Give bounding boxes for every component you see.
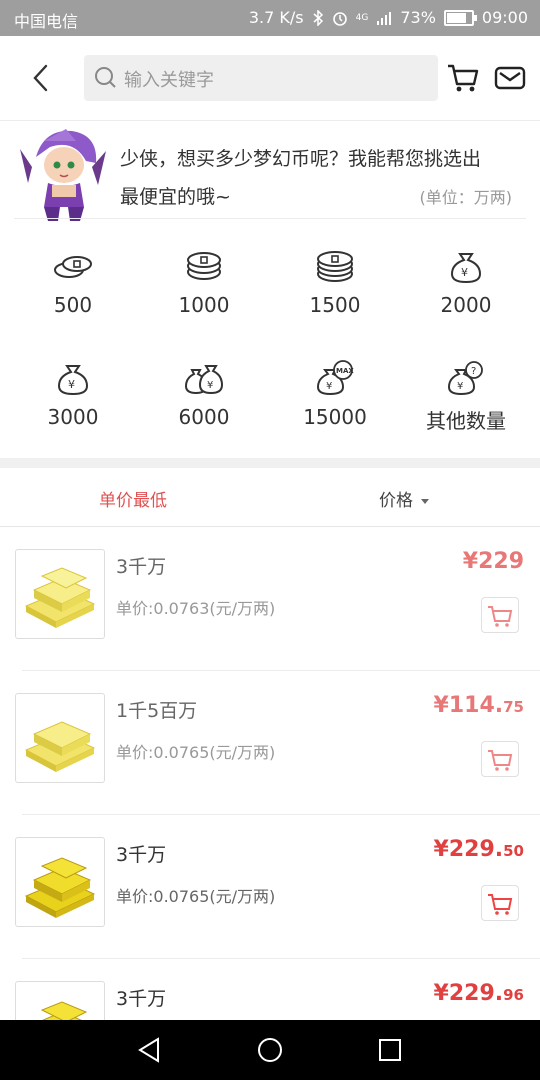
svg-text:¥: ¥: [207, 380, 213, 391]
search-bar[interactable]: 输入关键字: [84, 55, 438, 101]
quantity-option-1000[interactable]: 1000: [139, 238, 269, 338]
nav-back-icon[interactable]: [136, 1036, 164, 1064]
svg-text:¥: ¥: [326, 381, 332, 392]
network-speed: 3.7 K/s: [248, 8, 304, 27]
listing-price: ¥229.50: [434, 837, 524, 862]
svg-text:?: ?: [471, 366, 476, 377]
quantity-label: 1500: [309, 293, 361, 317]
listing-title: 3千万: [116, 844, 167, 866]
coin-stack-icon: [187, 252, 221, 280]
coin-stack-small-icon: [54, 256, 92, 278]
nav-recents-icon[interactable]: [376, 1036, 404, 1064]
quantity-option-3000[interactable]: ¥ 3000: [8, 350, 138, 450]
quantity-label: 其他数量: [426, 409, 506, 433]
quantity-label: 6000: [178, 405, 230, 429]
search-icon: [95, 67, 116, 88]
chevron-down-icon: [421, 498, 429, 504]
status-bar: 中国电信 3.7 K/s 4G 73% 09:00: [0, 0, 540, 36]
sort-bar: 单价最低 价格: [0, 468, 540, 527]
quantity-option-2000[interactable]: ¥ 2000: [401, 238, 531, 338]
listing-unit-price: 单价:0.0765(元/万两): [116, 743, 276, 762]
sort-price-label: 价格: [379, 491, 413, 511]
bluetooth-icon: [313, 9, 323, 26]
quantity-option-6000[interactable]: ¥ 6000: [139, 350, 269, 450]
coin-stack-large-icon: [317, 251, 353, 282]
money-bag-max-icon: ¥ MAX: [316, 360, 354, 396]
system-navigation-bar: [0, 1020, 540, 1080]
price-decimal: 50: [503, 842, 524, 860]
intro-section: 少侠，想买多少梦幻币呢？我能帮您挑选出 最便宜的哦~ (单位：万两): [0, 121, 540, 221]
add-to-cart-button[interactable]: [481, 597, 519, 633]
price-integer: ¥229.: [433, 981, 504, 1006]
listing-item[interactable]: 3千万 单价:0.0763(元/万两) ¥229: [0, 527, 540, 671]
alarm-icon: [332, 11, 347, 26]
quantity-label: 2000: [440, 293, 492, 317]
quantity-label: 500: [53, 293, 93, 317]
price-decimal: 75: [503, 698, 524, 716]
quantity-option-other[interactable]: ¥ ? 其他数量: [401, 350, 531, 450]
sort-cheapest-tab[interactable]: 单价最低: [99, 486, 167, 511]
listing-price: ¥229: [463, 549, 524, 574]
money-bags-icon: ¥: [184, 365, 224, 395]
sort-price-tab[interactable]: 价格: [379, 486, 429, 511]
add-to-cart-button[interactable]: [481, 885, 519, 921]
battery-icon: [443, 9, 477, 26]
status-right: 3.7 K/s 4G 73% 09:00: [249, 8, 528, 27]
quantity-option-15000[interactable]: ¥ MAX 15000: [270, 350, 400, 450]
svg-text:¥: ¥: [461, 266, 468, 279]
back-arrow-icon[interactable]: [26, 58, 56, 98]
divider: [14, 218, 526, 219]
svg-text:¥: ¥: [457, 381, 463, 392]
listing-item[interactable]: 1千5百万 单价:0.0765(元/万两) ¥114.75: [0, 671, 540, 815]
listing-item[interactable]: 3千万 ¥229.96: [0, 959, 540, 1020]
unit-label: (单位：万两): [419, 188, 513, 207]
listing-unit-price: 单价:0.0765(元/万两): [116, 887, 276, 906]
mail-icon[interactable]: [494, 60, 526, 94]
quantity-label: 15000: [303, 405, 367, 429]
quantity-grid: 500 1000 1500 ¥ 2000 ¥ 3000 ¥ 6000 ¥ MAX…: [0, 238, 540, 458]
intro-line-1: 少侠，想买多少梦幻币呢？我能帮您挑选出: [120, 148, 482, 170]
svg-text:¥: ¥: [68, 378, 75, 391]
cart-icon: [488, 606, 513, 627]
money-bag-icon: ¥: [450, 253, 482, 284]
quantity-option-500[interactable]: 500: [8, 238, 138, 338]
quantity-label: 3000: [47, 405, 99, 429]
intro-line-2: 最便宜的哦~: [120, 186, 231, 208]
listing-item[interactable]: 3千万 单价:0.0765(元/万两) ¥229.50: [0, 815, 540, 959]
network-type: 4G: [355, 12, 369, 23]
gold-bars-image: [15, 693, 105, 783]
price-integer: ¥229: [462, 549, 524, 574]
quantity-label: 1000: [178, 293, 230, 317]
carrier-name: 中国电信: [14, 12, 79, 31]
cart-icon: [488, 750, 513, 771]
money-bag-icon: ¥: [57, 365, 89, 396]
gold-bars-image: [15, 981, 105, 1020]
clock: 09:00: [481, 8, 528, 27]
listing-title: 3千万: [116, 988, 167, 1010]
add-to-cart-button[interactable]: [481, 741, 519, 777]
quantity-option-1500[interactable]: 1500: [270, 238, 400, 338]
listing-unit-price: 单价:0.0763(元/万两): [116, 599, 276, 618]
gold-bars-image: [15, 837, 105, 927]
section-gap: [0, 458, 540, 468]
price-integer: ¥229.: [433, 837, 504, 862]
money-bag-question-icon: ¥ ?: [447, 361, 483, 396]
listing-title: 1千5百万: [116, 700, 198, 722]
listing-list: 3千万 单价:0.0763(元/万两) ¥229 1千5百万 单价:0.0765…: [0, 527, 540, 1020]
svg-text:MAX: MAX: [336, 367, 354, 375]
signal-icon: [377, 11, 392, 25]
cart-icon[interactable]: [446, 60, 480, 94]
price-integer: ¥114.: [433, 693, 504, 718]
gold-bars-image: [15, 549, 105, 639]
listing-price: ¥114.75: [434, 693, 524, 718]
character-avatar: [20, 129, 106, 221]
battery-percent: 73%: [400, 8, 436, 27]
price-decimal: 96: [503, 986, 524, 1004]
nav-home-icon[interactable]: [256, 1036, 284, 1064]
top-header: 输入关键字: [0, 36, 540, 121]
listing-price: ¥229.96: [434, 981, 524, 1006]
cart-icon: [488, 894, 513, 915]
listing-title: 3千万: [116, 556, 167, 578]
search-placeholder: 输入关键字: [124, 70, 214, 91]
